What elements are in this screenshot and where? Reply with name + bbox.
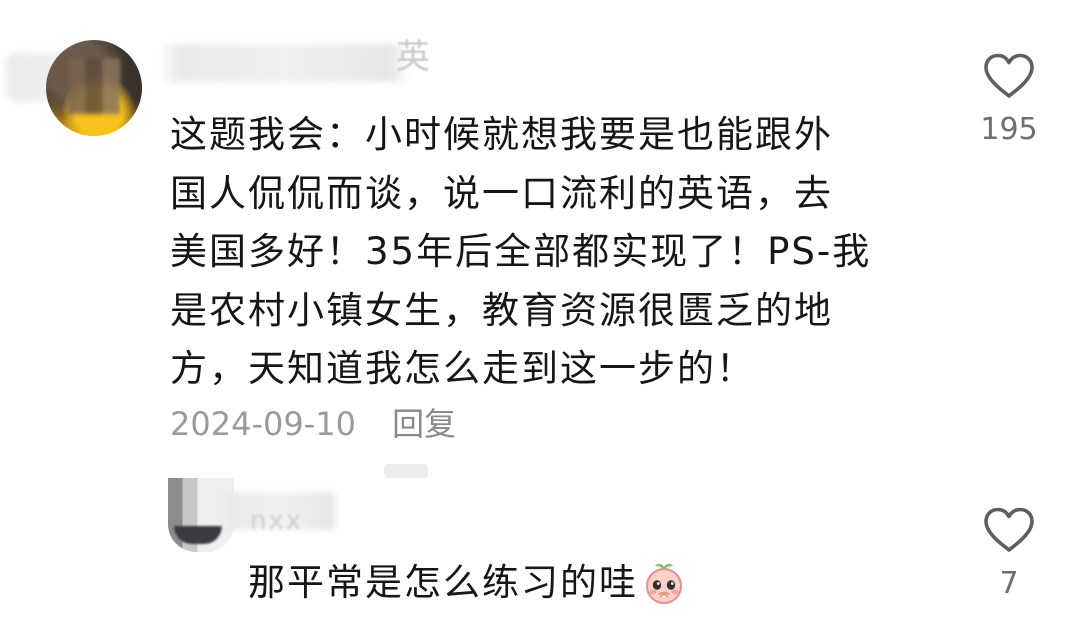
comment-meta: 2024-09-10 回复 — [170, 404, 456, 444]
username[interactable]: 英 — [396, 40, 430, 74]
comment-date: 2024-09-10 — [170, 405, 356, 443]
reply-like-button[interactable]: 7 — [964, 506, 1054, 602]
comment-text: 这题我会：小时候就想我要是也能跟外 国人侃侃而谈，说一口流利的英语，去 美国多好… — [170, 113, 872, 390]
username-redaction — [160, 44, 410, 82]
avatar[interactable] — [46, 40, 142, 136]
username-redaction — [384, 464, 428, 478]
like-count: 195 — [980, 112, 1038, 147]
reply-text: 那平常是怎么练习的哇 — [248, 561, 638, 604]
avatar-pixelation — [174, 526, 222, 544]
peach-face-emoji — [642, 561, 686, 618]
reply-text-row: 那平常是怎么练习的哇 — [248, 558, 686, 618]
avatar-pixelation — [68, 58, 120, 114]
heart-outline-icon — [984, 507, 1034, 552]
reply-username[interactable]: nxx — [250, 508, 303, 534]
like-button[interactable]: 195 — [964, 52, 1054, 148]
like-count: 7 — [999, 566, 1019, 601]
reply-button[interactable]: 回复 — [392, 405, 456, 443]
heart-outline-icon — [984, 53, 1034, 98]
